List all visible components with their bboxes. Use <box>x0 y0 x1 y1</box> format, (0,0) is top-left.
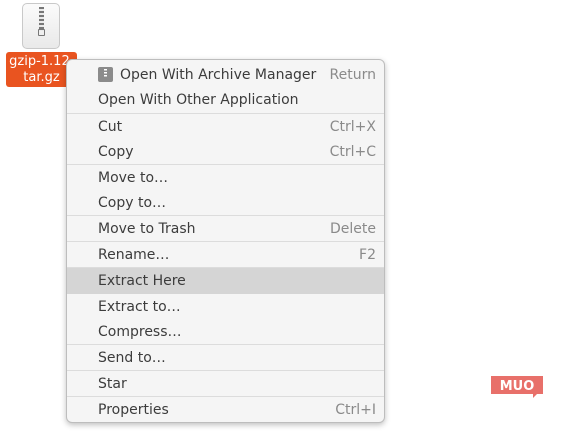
menu-item-move-to-trash[interactable]: Move to Trash Delete <box>67 216 384 241</box>
menu-item-shortcut: Delete <box>330 220 376 237</box>
menu-item-label: Move to Trash <box>98 220 196 237</box>
menu-item-label: Copy to… <box>98 194 167 211</box>
menu-item-label: Send to… <box>98 349 166 366</box>
menu-item-shortcut: Ctrl+C <box>329 143 376 160</box>
menu-item-label: Move to… <box>98 169 169 186</box>
menu-item-copy[interactable]: Copy Ctrl+C <box>67 139 384 164</box>
menu-item-shortcut: Ctrl+X <box>329 118 376 135</box>
menu-item-label: Extract Here <box>98 273 186 289</box>
zipper-pull-icon <box>38 29 45 36</box>
menu-item-extract-to[interactable]: Extract to… <box>67 294 384 319</box>
menu-item-send-to[interactable]: Send to… <box>67 345 384 370</box>
menu-item-shortcut: Return <box>329 66 376 83</box>
menu-item-shortcut: F2 <box>359 246 376 263</box>
menu-item-shortcut: Ctrl+I <box>335 401 376 418</box>
context-menu: Open With Archive Manager Return Open Wi… <box>66 59 385 423</box>
menu-item-label: Cut <box>98 118 123 135</box>
menu-item-label: Properties <box>98 401 169 418</box>
menu-item-rename[interactable]: Rename… F2 <box>67 242 384 267</box>
menu-item-extract-here[interactable]: Extract Here <box>67 268 384 294</box>
menu-item-label: Compress… <box>98 323 182 340</box>
menu-item-compress[interactable]: Compress… <box>67 319 384 344</box>
menu-item-label: Rename… <box>98 246 170 263</box>
zipper-icon <box>39 7 44 31</box>
muo-logo: MUO <box>491 376 543 398</box>
menu-item-star[interactable]: Star <box>67 371 384 396</box>
menu-item-open-with-other-application[interactable]: Open With Other Application <box>67 87 384 112</box>
menu-item-label: Copy <box>98 143 134 160</box>
menu-item-label: Open With Other Application <box>98 91 299 108</box>
menu-item-open-with-archive-manager[interactable]: Open With Archive Manager Return <box>67 62 384 87</box>
menu-item-properties[interactable]: Properties Ctrl+I <box>67 397 384 422</box>
menu-item-label: Extract to… <box>98 298 181 315</box>
menu-item-move-to[interactable]: Move to… <box>67 165 384 190</box>
menu-item-cut[interactable]: Cut Ctrl+X <box>67 114 384 139</box>
logo-text: MUO <box>500 379 535 394</box>
archive-file-icon[interactable] <box>22 3 60 49</box>
archive-manager-icon <box>98 67 113 82</box>
menu-item-copy-to[interactable]: Copy to… <box>67 190 384 215</box>
menu-item-label: Open With Archive Manager <box>120 66 317 83</box>
menu-item-label: Star <box>98 375 127 392</box>
